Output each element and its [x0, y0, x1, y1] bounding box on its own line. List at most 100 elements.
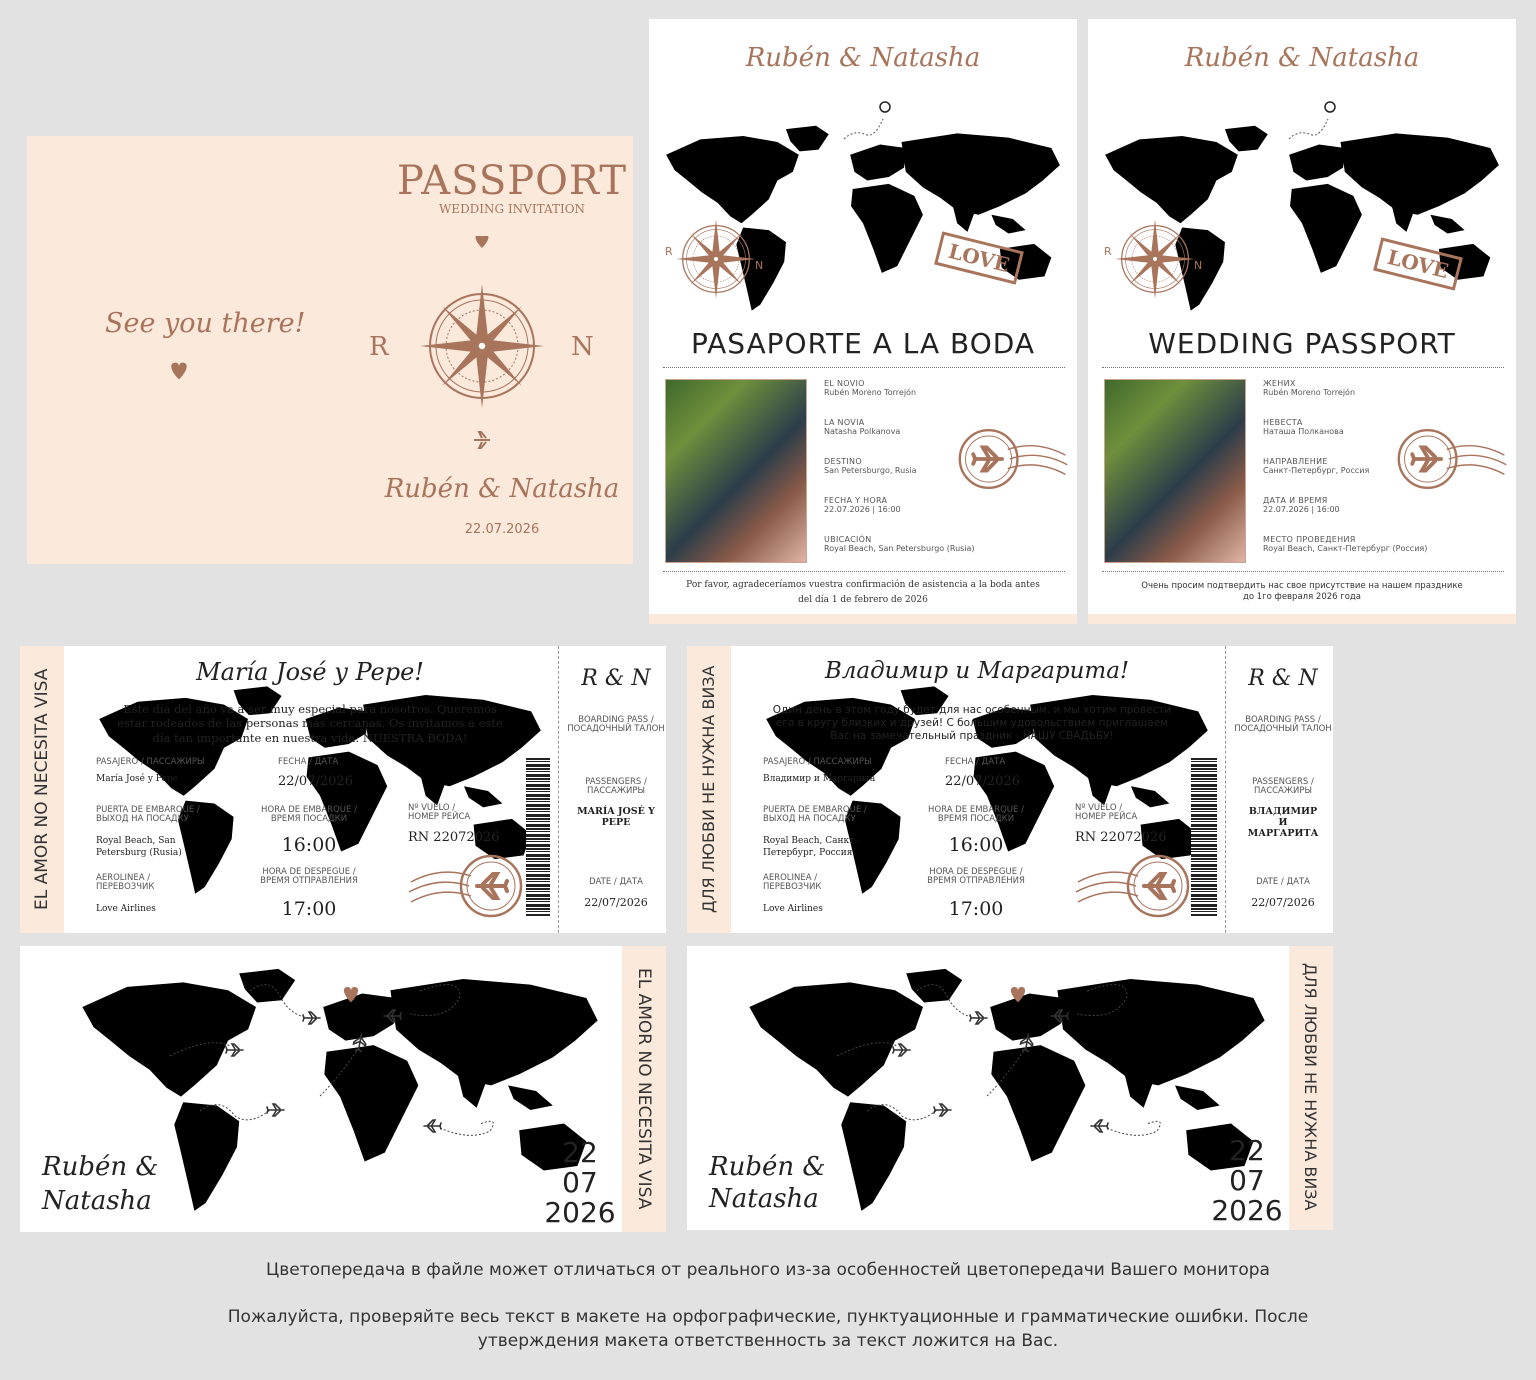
stub-passengers-label: PASSENGERS / ПАССАЖИРЫ: [585, 777, 647, 797]
names-line-1: Rubén &: [42, 1152, 159, 1182]
date-day: 22: [1229, 1134, 1265, 1167]
divider: [663, 571, 1065, 572]
compass-left-letter: R: [1104, 245, 1112, 258]
couple-photo: [665, 379, 807, 563]
stub-date-label: DATE / ДАТА: [589, 877, 643, 887]
footer-line-2: до 1го февраля 2026 года: [1243, 592, 1361, 602]
vuelo-value: RN 22072026: [408, 830, 500, 845]
passport-title: PASAPORTE A LA BODA: [690, 327, 1036, 360]
fecha-label: FECHA / ДАТА: [278, 757, 339, 767]
airmail-stamp-icon: [957, 428, 1070, 490]
stub-boarding-pass: BOARDING PASS / ПОСАДОЧНЫЙ ТАЛОН: [1234, 715, 1332, 735]
aerolinea-value: Love Airlines: [96, 904, 156, 914]
compass-left-letter: R: [665, 245, 673, 258]
puerta-label: PUERTA DE EMBARQUE / ВЫХОД НА ПОСАДКУ: [763, 805, 867, 825]
names-line-2: Natasha: [709, 1184, 819, 1214]
couple-photo: [1104, 379, 1246, 563]
color-note: Цветопередача в файле может отличаться о…: [266, 1260, 1270, 1280]
pasajero-label: PASAJERO / ПАССАЖИРЫ: [763, 757, 872, 767]
compass-icon: [1114, 218, 1196, 300]
despegue-label: HORA DE DESPEGUE / ВРЕМЯ ОТПРАВЛЕНИЯ: [260, 867, 358, 887]
couple-names: Rubén & Natasha: [745, 43, 981, 73]
passport-cover: PASSPORT WEDDING INVITATION See you ther…: [27, 136, 633, 564]
airmail-stamp-icon: [407, 854, 523, 918]
puerta-value: Royal Beach, Санкт-Петербург, Россия: [763, 836, 858, 858]
names-line-1: Rubén &: [709, 1152, 826, 1182]
perforation: [1225, 646, 1226, 933]
field-label: UBICACIÓN: [824, 535, 872, 544]
date-month: 07: [1229, 1164, 1265, 1197]
boarding-pass-es: EL AMOR NO NECESITA VISA María José y Pe…: [20, 646, 666, 933]
stub-passengers-value: MARÍA JOSÉ Y PEPE: [577, 806, 655, 828]
compass-icon: [675, 218, 757, 300]
ticket-back-es: Rubén & Natasha 22 07 2026 EL AMOR NO NE…: [20, 946, 666, 1232]
compass-right-letter: N: [1194, 259, 1203, 272]
field-value: Royal Beach, Санкт-Петербург (Россия): [1263, 544, 1428, 553]
couple-names: Rubén & Natasha: [1184, 43, 1420, 73]
invitation-text: Один день в этом году будет для нас особ…: [772, 704, 1172, 743]
stub-initials: R & N: [581, 666, 651, 691]
names-line-2: Natasha: [42, 1186, 152, 1216]
compass-icon: [419, 236, 545, 449]
puerta-value: Royal Beach, San Petersburg (Rusia): [96, 836, 182, 858]
field-value: Rubén Moreno Torrejón: [824, 388, 917, 397]
field-value: 22.07.2026 | 16:00: [824, 505, 901, 514]
aerolinea-value: Love Airlines: [763, 904, 823, 914]
invitation-text: Este día del año va a ser muy especial p…: [117, 702, 503, 745]
aerolinea-label: AEROLINEA / ПЕРЕВОЗЧИК: [96, 873, 155, 893]
passport-page-ru: Rubén & Natasha R N LOVE WEDDING PASSPOR…: [1088, 19, 1516, 624]
heart-icon: [171, 362, 187, 380]
ticket-back-ru: Rubén & Natasha 22 07 2026 ДЛЯ ЛЮБВИ НЕ …: [687, 946, 1333, 1230]
vuelo-label: Nº VUELO / НОМЕР РЕЙСА: [408, 803, 471, 823]
map-pin-icon: [843, 101, 891, 140]
airmail-stamp-icon: [1396, 428, 1509, 490]
greeting: María José y Pepe!: [196, 658, 424, 686]
field-value: 22.07.2026 | 16:00: [1263, 505, 1340, 514]
despegue-value: 17:00: [948, 898, 1004, 920]
initial-left: R: [369, 332, 389, 362]
stub-boarding-pass: BOARDING PASS / ПОСАДОЧНЫЙ ТАЛОН: [567, 715, 665, 735]
footer-line-1: Очень просим подтвердить нас свое присут…: [1141, 581, 1463, 591]
divider: [1102, 571, 1504, 572]
hora-embarque-value: 16:00: [281, 834, 337, 856]
field-label: EL NOVIO: [824, 379, 865, 388]
aerolinea-label: AEROLINEA / ПЕРЕВОЗЧИК: [763, 873, 822, 893]
despegue-label: HORA DE DESPEGUE / ВРЕМЯ ОТПРАВЛЕНИЯ: [927, 867, 1025, 887]
hora-embarque-label: HORA DE EMBARQUE / ВРЕМЯ ПОСАДКИ: [261, 805, 357, 825]
fecha-value: 22/07/2026: [945, 774, 1020, 789]
hora-embarque-value: 16:00: [948, 834, 1004, 856]
passport-page-es: Rubén & Natasha R N LOVE PASAPORTE A LA …: [649, 19, 1077, 624]
divider: [663, 367, 1065, 368]
stub-passengers-label: PASSENGERS / ПАССАЖИРЫ: [1252, 777, 1314, 797]
stub-passengers-value: ВЛАДИМИР И МАРГАРИТА: [1247, 806, 1319, 839]
fecha-value: 22/07/2026: [278, 774, 353, 789]
passport-subtitle: WEDDING INVITATION: [438, 202, 586, 216]
vuelo-label: Nº VUELO / НОМЕР РЕЙСА: [1075, 803, 1138, 823]
bottom-band: [649, 614, 1077, 624]
footer-line-2: del día 1 de febrero de 2026: [798, 595, 928, 605]
barcode: [526, 758, 550, 916]
bottom-band: [1088, 614, 1516, 624]
airmail-stamp-icon: [1074, 854, 1190, 918]
divider: [1102, 367, 1504, 368]
side-text: ДЛЯ ЛЮБВИ НЕ НУЖНА ВИЗА: [699, 665, 718, 913]
side-text: EL AMOR NO NECESITA VISA: [634, 968, 654, 1210]
perforation: [558, 646, 559, 933]
side-text: EL AMOR NO NECESITA VISA: [32, 668, 52, 910]
stub-date-label: DATE / ДАТА: [1256, 877, 1310, 887]
greeting: Владимир и Маргарита!: [824, 658, 1130, 684]
pasajero-value: Владимир и Маргарита: [763, 774, 876, 784]
map-pin-icon: [1288, 101, 1336, 140]
vuelo-value: RN 22072026: [1075, 830, 1167, 845]
hora-embarque-label: HORA DE EMBARQUE / ВРЕМЯ ПОСАДКИ: [928, 805, 1024, 825]
date-year: 2026: [544, 1196, 616, 1229]
passport-title: PASSPORT: [396, 158, 628, 204]
pasajero-label: PASAJERO / ПАССАЖИРЫ: [96, 757, 205, 767]
field-value: Royal Beach, San Petersburgo (Rusia): [824, 544, 975, 553]
stub-date-value: 22/07/2026: [584, 896, 648, 909]
field-value: Rubén Moreno Torrejón: [1263, 388, 1356, 397]
despegue-value: 17:00: [281, 898, 337, 920]
stub-date-value: 22/07/2026: [1251, 896, 1315, 909]
couple-names: Rubén & Natasha: [384, 474, 620, 504]
stub-initials: R & N: [1248, 666, 1318, 691]
